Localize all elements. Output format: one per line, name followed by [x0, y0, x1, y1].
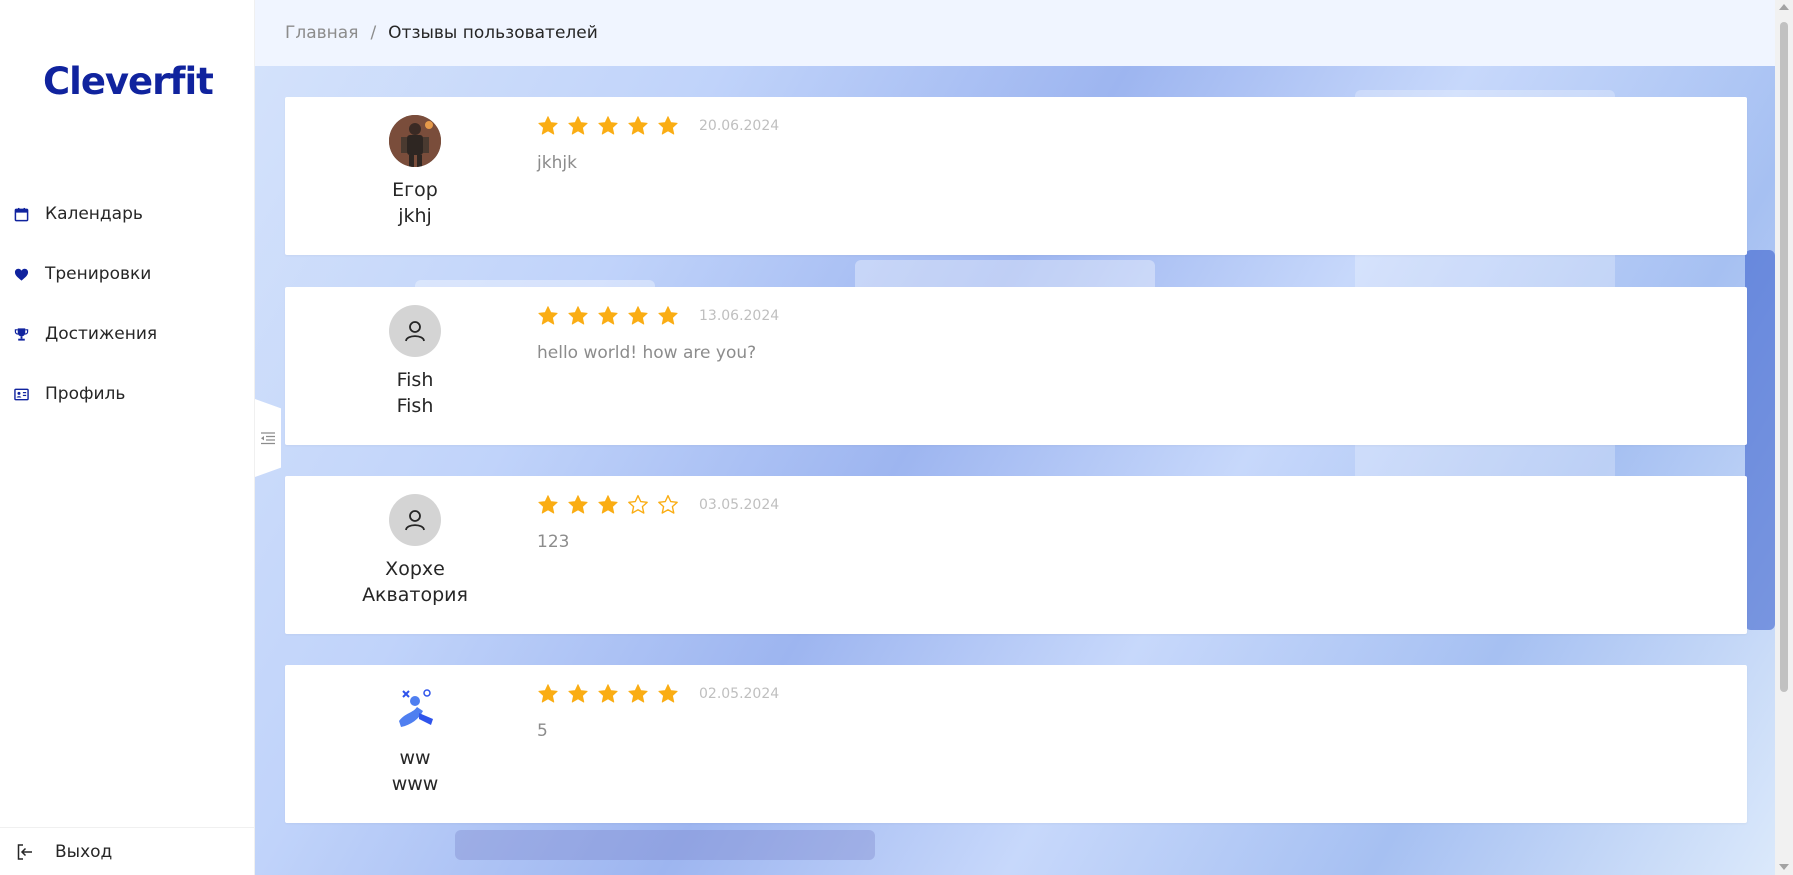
- scroll-down-arrow-icon[interactable]: [1779, 864, 1789, 870]
- star-filled-icon: [568, 684, 588, 703]
- main-content: Главная / Отзывы пользователей Егор jkhj…: [255, 0, 1775, 875]
- sidebar-item-label: Достижения: [45, 324, 158, 344]
- review-author: Хорхе Акватория: [345, 494, 485, 608]
- star-filled-icon: [538, 306, 558, 325]
- star-filled-icon: [658, 684, 678, 703]
- star-filled-icon: [598, 306, 618, 325]
- review-card: Егор jkhj 20.06.2024 jkhjk: [285, 97, 1747, 255]
- star-filled-icon: [568, 116, 588, 135]
- author-last-name: www: [391, 773, 439, 795]
- sidebar-item-achievements[interactable]: Достижения: [14, 319, 157, 349]
- star-filled-icon: [628, 116, 648, 135]
- review-text: hello world! how are you?: [537, 343, 757, 363]
- idcard-icon: [14, 387, 29, 402]
- sidebar-item-calendar[interactable]: Календарь: [14, 199, 143, 229]
- logout-label: Выход: [55, 841, 113, 862]
- user-icon: [389, 305, 441, 357]
- sidebar-item-label: Тренировки: [45, 264, 152, 284]
- user-icon: [389, 494, 441, 546]
- review-text: 5: [537, 721, 548, 741]
- breadcrumb-separator: /: [370, 23, 377, 43]
- review-text: 123: [537, 532, 570, 552]
- star-empty-icon: [658, 494, 678, 514]
- author-first-name: Егор: [392, 179, 438, 201]
- star-filled-icon: [538, 116, 558, 135]
- trophy-icon: [14, 327, 29, 342]
- star-filled-icon: [538, 495, 558, 514]
- star-filled-icon: [658, 306, 678, 325]
- star-filled-icon: [568, 306, 588, 325]
- rating: 03.05.2024: [537, 494, 779, 516]
- breadcrumb: Главная / Отзывы пользователей: [285, 23, 598, 43]
- avatar: [389, 115, 441, 167]
- sidebar-collapse-button[interactable]: [255, 399, 281, 477]
- heart-icon: [14, 267, 29, 282]
- menu-fold-icon: [261, 432, 275, 445]
- star-filled-icon: [598, 116, 618, 135]
- star-filled-icon: [598, 684, 618, 703]
- sidebar-item-label: Профиль: [45, 384, 126, 404]
- review-date: 20.06.2024: [699, 118, 780, 134]
- rating: 20.06.2024: [537, 115, 779, 137]
- review-date: 03.05.2024: [699, 497, 780, 513]
- author-first-name: Fish: [396, 369, 434, 391]
- scroll-thumb[interactable]: [1780, 22, 1788, 692]
- author-last-name: Fish: [396, 395, 434, 417]
- star-filled-icon: [628, 306, 648, 325]
- star-filled-icon: [658, 116, 678, 135]
- sidebar-item-profile[interactable]: Профиль: [14, 379, 125, 409]
- scrollbar[interactable]: [1775, 0, 1793, 875]
- review-card: Хорхе Акватория 03.05.2024 123: [285, 476, 1747, 634]
- logout-icon: [17, 843, 32, 860]
- scroll-up-arrow-icon[interactable]: [1779, 4, 1789, 10]
- logo[interactable]: Cleverfit: [43, 60, 214, 103]
- sidebar-item-workouts[interactable]: Тренировки: [14, 259, 151, 289]
- review-date: 13.06.2024: [699, 308, 780, 324]
- review-author: ww www: [345, 683, 485, 797]
- review-author: Fish Fish: [345, 305, 485, 419]
- calendar-icon: [14, 207, 29, 222]
- rating: 02.05.2024: [537, 683, 779, 705]
- star-filled-icon: [538, 684, 558, 703]
- star-empty-icon: [628, 494, 648, 514]
- author-first-name: ww: [399, 747, 431, 769]
- star-filled-icon: [568, 495, 588, 514]
- review-text: jkhjk: [537, 153, 577, 173]
- breadcrumb-current: Отзывы пользователей: [388, 23, 598, 43]
- header: Главная / Отзывы пользователей: [255, 0, 1775, 66]
- breadcrumb-home[interactable]: Главная: [285, 23, 358, 43]
- review-card: Fish Fish 13.06.2024 hello world! how ar…: [285, 287, 1747, 445]
- logout-button[interactable]: Выход: [0, 827, 254, 875]
- sidebar-item-label: Календарь: [45, 204, 143, 224]
- author-last-name: Акватория: [362, 584, 468, 606]
- illustration-avatar: [389, 683, 441, 735]
- review-card: ww www 02.05.2024 5: [285, 665, 1747, 823]
- author-last-name: jkhj: [398, 205, 432, 227]
- sidebar: Cleverfit Календарь Тренировки Достижени…: [0, 0, 255, 875]
- review-date: 02.05.2024: [699, 686, 780, 702]
- star-filled-icon: [628, 684, 648, 703]
- rating: 13.06.2024: [537, 305, 779, 327]
- star-filled-icon: [598, 495, 618, 514]
- review-author: Егор jkhj: [345, 115, 485, 229]
- author-first-name: Хорхе: [385, 558, 445, 580]
